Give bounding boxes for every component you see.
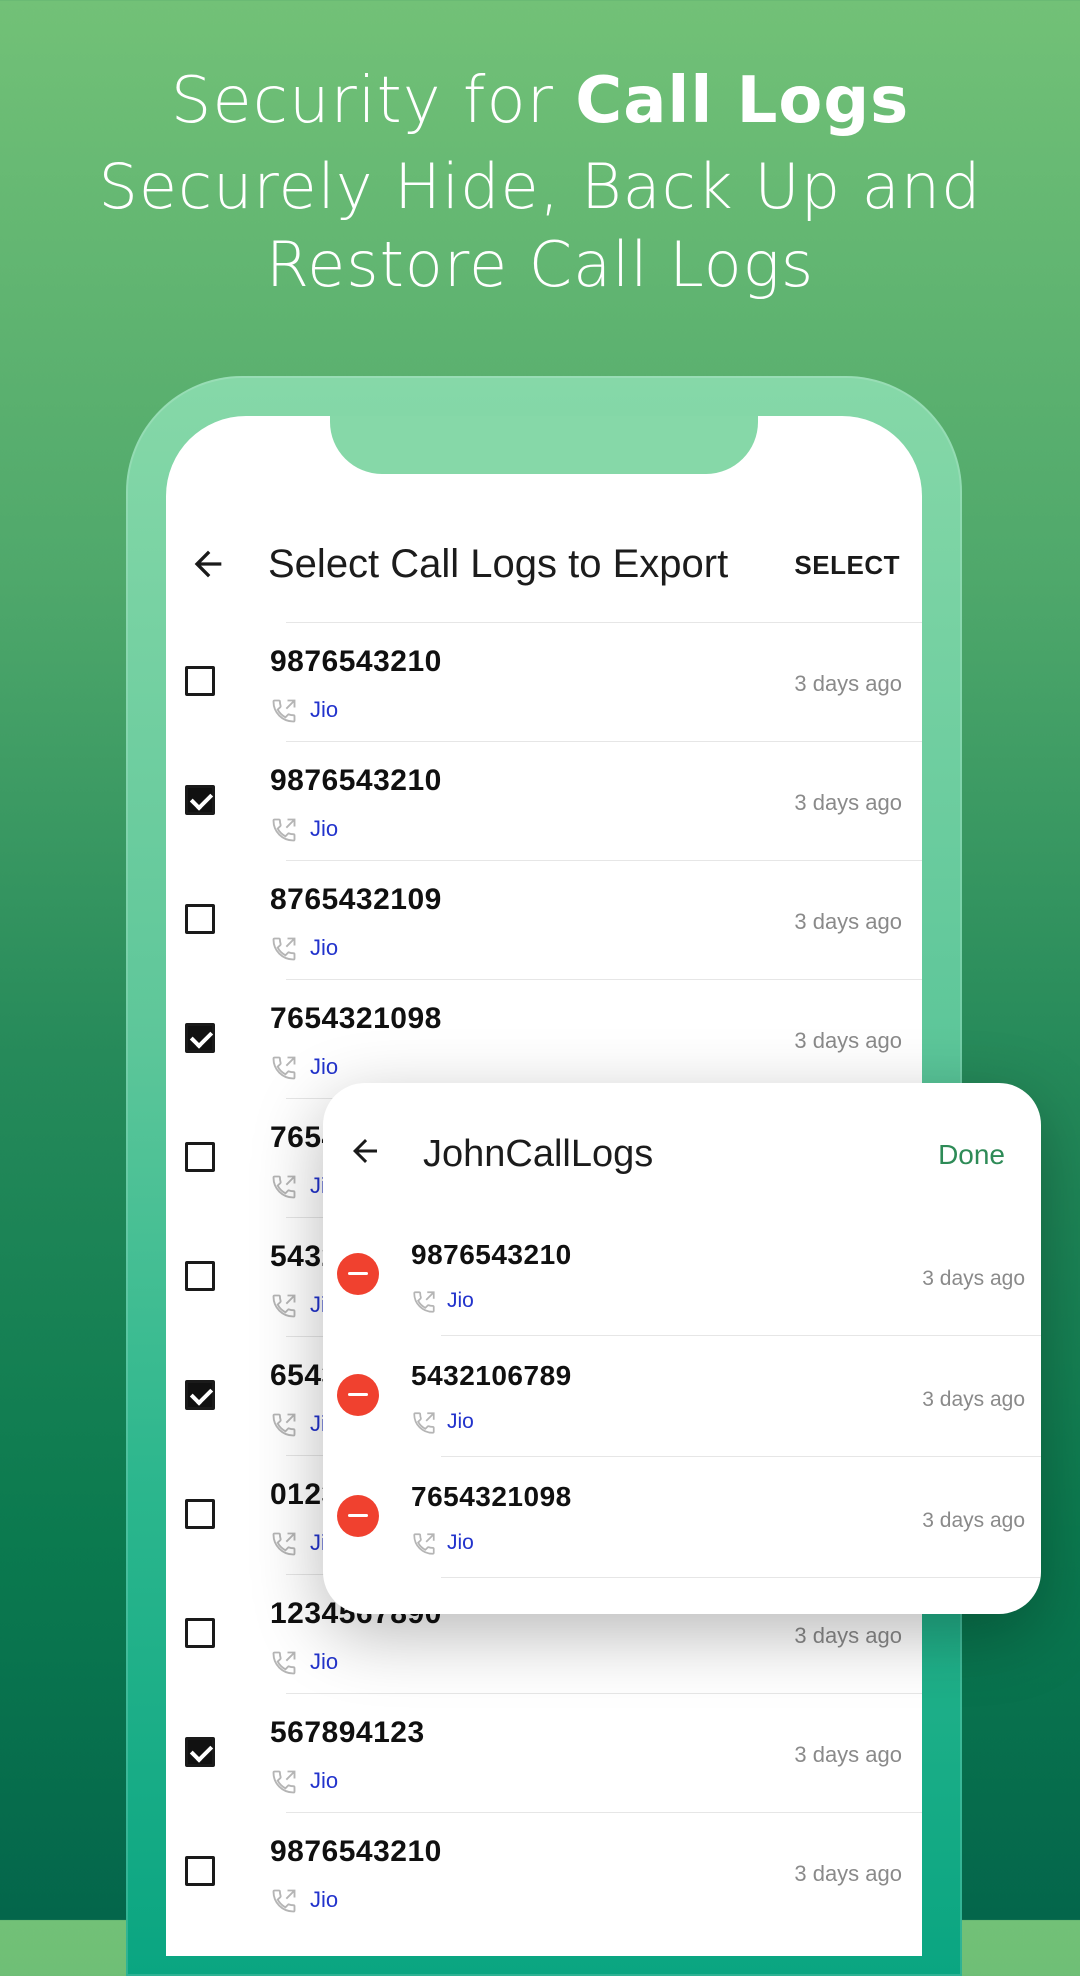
call-log-row[interactable]: 8765432109 Jio 3 days ago <box>185 860 922 979</box>
row-checkbox[interactable] <box>185 1618 215 1648</box>
phone-number: 5432106789 <box>411 1360 572 1391</box>
phone-number: 567894123 <box>270 1716 425 1749</box>
call-time: 3 days ago <box>922 1388 1025 1411</box>
row-checkbox[interactable] <box>185 1737 215 1767</box>
call-log-row[interactable]: 567894123 Jio 3 days ago <box>185 1693 922 1812</box>
call-time: 3 days ago <box>794 1742 902 1767</box>
carrier-label: Jio <box>447 1410 474 1433</box>
promo-title: Security for Call Logs <box>170 64 910 138</box>
carrier-label: Jio <box>447 1289 474 1312</box>
call-log-row[interactable]: 7654321098 Jio 3 days ago <box>185 979 922 1098</box>
outgoing-call-icon <box>270 816 298 844</box>
minus-circle-icon[interactable] <box>337 1253 379 1295</box>
outgoing-call-icon <box>270 1649 298 1677</box>
row-checkbox[interactable] <box>185 1380 215 1410</box>
call-time: 3 days ago <box>922 1509 1025 1532</box>
phone-number: 9876543210 <box>270 764 442 797</box>
phone-number: 7654321098 <box>270 1002 442 1035</box>
row-checkbox[interactable] <box>185 904 215 934</box>
phone-number: 9876543210 <box>411 1239 572 1270</box>
outgoing-call-icon <box>270 1173 298 1201</box>
selected-log-row: 5432106789 Jio 3 days ago <box>337 1336 1041 1457</box>
arrow-left-icon[interactable] <box>188 544 228 584</box>
selected-log-row: 7654321098 Jio 3 days ago <box>337 1457 1041 1578</box>
page-title: Select Call Logs to Export <box>268 542 729 586</box>
app-bar: Select Call Logs to Export SELECT <box>166 516 922 616</box>
call-time: 3 days ago <box>922 1267 1025 1290</box>
carrier-label: Jio <box>310 1649 339 1674</box>
phone-number: 9876543210 <box>270 645 442 678</box>
dialog-title: JohnCallLogs <box>423 1133 654 1175</box>
call-log-row[interactable]: 9876543210 Jio 3 days ago <box>185 741 922 860</box>
call-time: 3 days ago <box>794 1028 902 1053</box>
row-checkbox[interactable] <box>185 785 215 815</box>
done-button[interactable]: Done <box>938 1139 1005 1171</box>
carrier-label: Jio <box>310 935 339 960</box>
call-time: 3 days ago <box>794 909 902 934</box>
call-log-row[interactable]: 9876543210 Jio 3 days ago <box>185 1812 922 1931</box>
outgoing-call-icon <box>411 1289 437 1315</box>
selected-log-row: 9876543210 Jio 3 days ago <box>337 1215 1041 1336</box>
outgoing-call-icon <box>270 1411 298 1439</box>
outgoing-call-icon <box>411 1410 437 1436</box>
outgoing-call-icon <box>270 1530 298 1558</box>
row-checkbox[interactable] <box>185 1142 215 1172</box>
row-checkbox[interactable] <box>185 1856 215 1886</box>
row-checkbox[interactable] <box>185 666 215 696</box>
row-checkbox[interactable] <box>185 1261 215 1291</box>
call-time: 3 days ago <box>794 1623 902 1648</box>
outgoing-call-icon <box>270 935 298 963</box>
arrow-left-icon[interactable] <box>347 1133 383 1169</box>
minus-circle-icon[interactable] <box>337 1374 379 1416</box>
row-checkbox[interactable] <box>185 1023 215 1053</box>
export-dialog: JohnCallLogs Done 9876543210 Jio 3 days ag… <box>323 1083 1041 1614</box>
promo-subtitle: Securely Hide, Back Up and Restore Call … <box>98 150 982 301</box>
phone-number: 8765432109 <box>270 883 442 916</box>
outgoing-call-icon <box>270 1887 298 1915</box>
call-log-row[interactable]: 9876543210 Jio 3 days ago <box>185 622 922 741</box>
carrier-label: Jio <box>310 1768 339 1793</box>
select-button[interactable]: SELECT <box>794 550 900 581</box>
phone-notch <box>330 416 758 474</box>
outgoing-call-icon <box>270 1768 298 1796</box>
outgoing-call-icon <box>270 1292 298 1320</box>
selected-log-list: 9876543210 Jio 3 days ago 5432106789 Jio 3 da… <box>323 1215 1041 1578</box>
call-time: 3 days ago <box>794 671 902 696</box>
outgoing-call-icon <box>411 1531 437 1557</box>
carrier-label: Jio <box>310 697 339 722</box>
outgoing-call-icon <box>270 697 298 725</box>
carrier-label: Jio <box>310 1054 339 1079</box>
outgoing-call-icon <box>270 1054 298 1082</box>
phone-number: 7654321098 <box>411 1481 572 1512</box>
carrier-label: Jio <box>310 1887 339 1912</box>
carrier-label: Jio <box>447 1531 474 1554</box>
phone-number: 9876543210 <box>270 1835 442 1868</box>
call-time: 3 days ago <box>794 790 902 815</box>
carrier-label: Jio <box>310 816 339 841</box>
minus-circle-icon[interactable] <box>337 1495 379 1537</box>
call-time: 3 days ago <box>794 1861 902 1886</box>
row-checkbox[interactable] <box>185 1499 215 1529</box>
